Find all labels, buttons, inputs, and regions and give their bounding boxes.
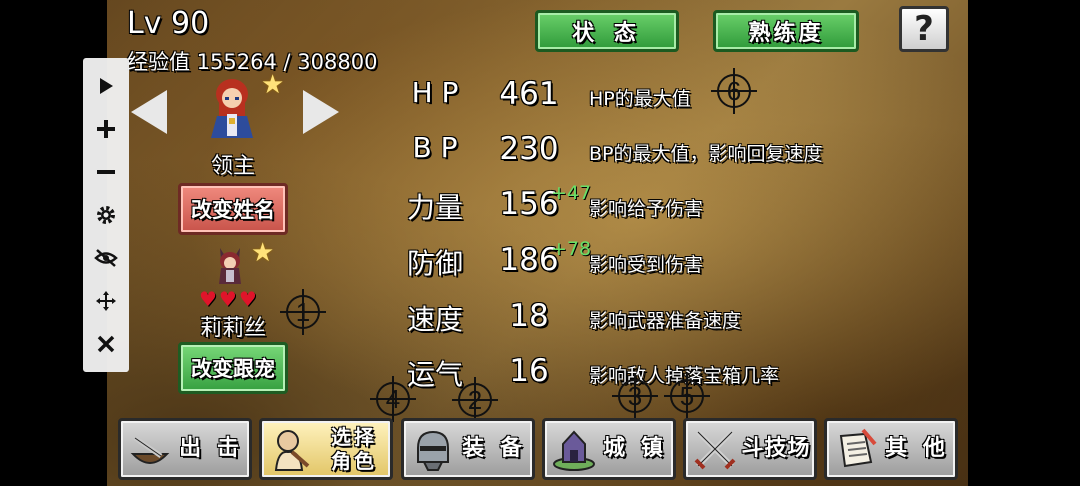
stat-value: 16 xyxy=(509,353,549,389)
nav-label: 装 备 xyxy=(462,436,526,461)
floating-toolbar xyxy=(83,58,129,372)
stat-row-hp: H P 461 HP的最大值 xyxy=(403,76,863,116)
change-pet-button[interactable]: 改变跟宠 xyxy=(178,342,288,394)
help-button[interactable]: ? xyxy=(899,6,949,52)
lord-star-icon: ★ xyxy=(261,70,285,100)
exp-label: 经验值 155264 / 308800 xyxy=(127,50,378,74)
target-marker-6: 6 xyxy=(711,68,757,114)
lord-sprite xyxy=(211,79,253,138)
nav-label: 城 镇 xyxy=(603,436,667,461)
letterbox-right xyxy=(968,0,1080,486)
other-icon xyxy=(839,428,877,468)
target-marker-1: 1 xyxy=(280,289,326,335)
marker-number: 3 xyxy=(627,381,643,411)
sortie-icon xyxy=(130,435,170,464)
target-marker-2: 2 xyxy=(452,377,498,423)
stat-value: 461 xyxy=(499,76,559,112)
move-icon[interactable] xyxy=(91,286,121,316)
stat-label: B P xyxy=(412,131,458,164)
stat-description: BP的最大值，影响回复速度 xyxy=(589,143,823,165)
stat-description: 影响给予伤害 xyxy=(589,198,704,220)
level-label: Lv 90 xyxy=(127,6,210,41)
stat-row-bp: B P 230 BP的最大值，影响回复速度 xyxy=(403,131,863,171)
stat-description: 影响受到伤害 xyxy=(589,254,704,276)
marker-number: 4 xyxy=(385,384,401,414)
nav-town-button[interactable]: 城 镇 xyxy=(542,418,676,480)
hide-icon[interactable] xyxy=(91,243,121,273)
arena-icon xyxy=(694,430,736,470)
stat-label: 防御 xyxy=(406,247,463,280)
target-marker-4: 4 xyxy=(370,376,416,422)
stat-bonus: +47 xyxy=(551,182,592,204)
stat-label: 速度 xyxy=(406,303,463,336)
close-icon[interactable] xyxy=(91,329,121,359)
pet-name: 莉莉丝 xyxy=(199,316,266,341)
proficiency-tab-button[interactable]: 熟练度 xyxy=(713,10,859,52)
stat-row-speed: 速度 18 影响武器准备速度 xyxy=(403,298,863,338)
equipment-icon xyxy=(417,430,449,471)
status-tab-button[interactable]: 状 态 xyxy=(535,10,679,52)
nav-character-select-button[interactable]: 选择角色 xyxy=(259,418,393,480)
settings-icon[interactable] xyxy=(91,200,121,230)
marker-number: 6 xyxy=(726,76,742,106)
stat-bonus: +78 xyxy=(551,238,592,260)
game-screen: Lv 90 经验值 155264 / 308800 状 态 熟练度 ? ★ 领主… xyxy=(107,0,968,486)
nav-label: 其 他 xyxy=(885,436,949,461)
pet-sprite xyxy=(219,248,241,284)
stat-row-defense: 防御 186 +78 影响受到伤害 xyxy=(403,238,863,282)
zoom-out-icon[interactable] xyxy=(91,157,121,187)
stat-value: 18 xyxy=(509,298,549,334)
stat-label: H P xyxy=(411,76,459,109)
nav-label: 出 击 xyxy=(179,436,243,461)
target-marker-3: 3 xyxy=(612,373,658,419)
marker-number: 5 xyxy=(679,381,695,411)
pet-star-icon: ★ xyxy=(251,238,275,268)
marker-number: 2 xyxy=(467,385,483,415)
stat-description: HP的最大值 xyxy=(589,88,691,110)
stat-label: 力量 xyxy=(406,191,463,224)
nav-label: 斗技场 xyxy=(741,436,811,461)
stat-value: 186 xyxy=(499,242,559,278)
zoom-in-icon[interactable] xyxy=(91,114,121,144)
stat-description: 影响武器准备速度 xyxy=(589,310,742,332)
next-character-arrow[interactable] xyxy=(303,90,339,134)
nav-equipment-button[interactable]: 装 备 xyxy=(401,418,535,480)
stat-value: 156 xyxy=(499,186,559,222)
stat-value: 230 xyxy=(499,131,559,167)
nav-arena-button[interactable]: 斗技场 xyxy=(683,418,817,480)
nav-label: 选择角色 xyxy=(331,425,377,473)
affection-hearts: ♥♥♥ xyxy=(199,287,259,311)
marker-number: 1 xyxy=(295,297,311,327)
character-select-icon xyxy=(274,430,310,471)
stat-row-strength: 力量 156 +47 影响给予伤害 xyxy=(403,182,863,226)
nav-other-button[interactable]: 其 他 xyxy=(824,418,958,480)
role-name: 领主 xyxy=(210,154,255,179)
town-icon xyxy=(553,430,595,471)
nav-sortie-button[interactable]: 出 击 xyxy=(118,418,252,480)
target-marker-5: 5 xyxy=(664,373,710,419)
prev-character-arrow[interactable] xyxy=(131,90,167,134)
change-name-button[interactable]: 改变姓名 xyxy=(178,183,288,235)
play-icon[interactable] xyxy=(91,71,121,101)
